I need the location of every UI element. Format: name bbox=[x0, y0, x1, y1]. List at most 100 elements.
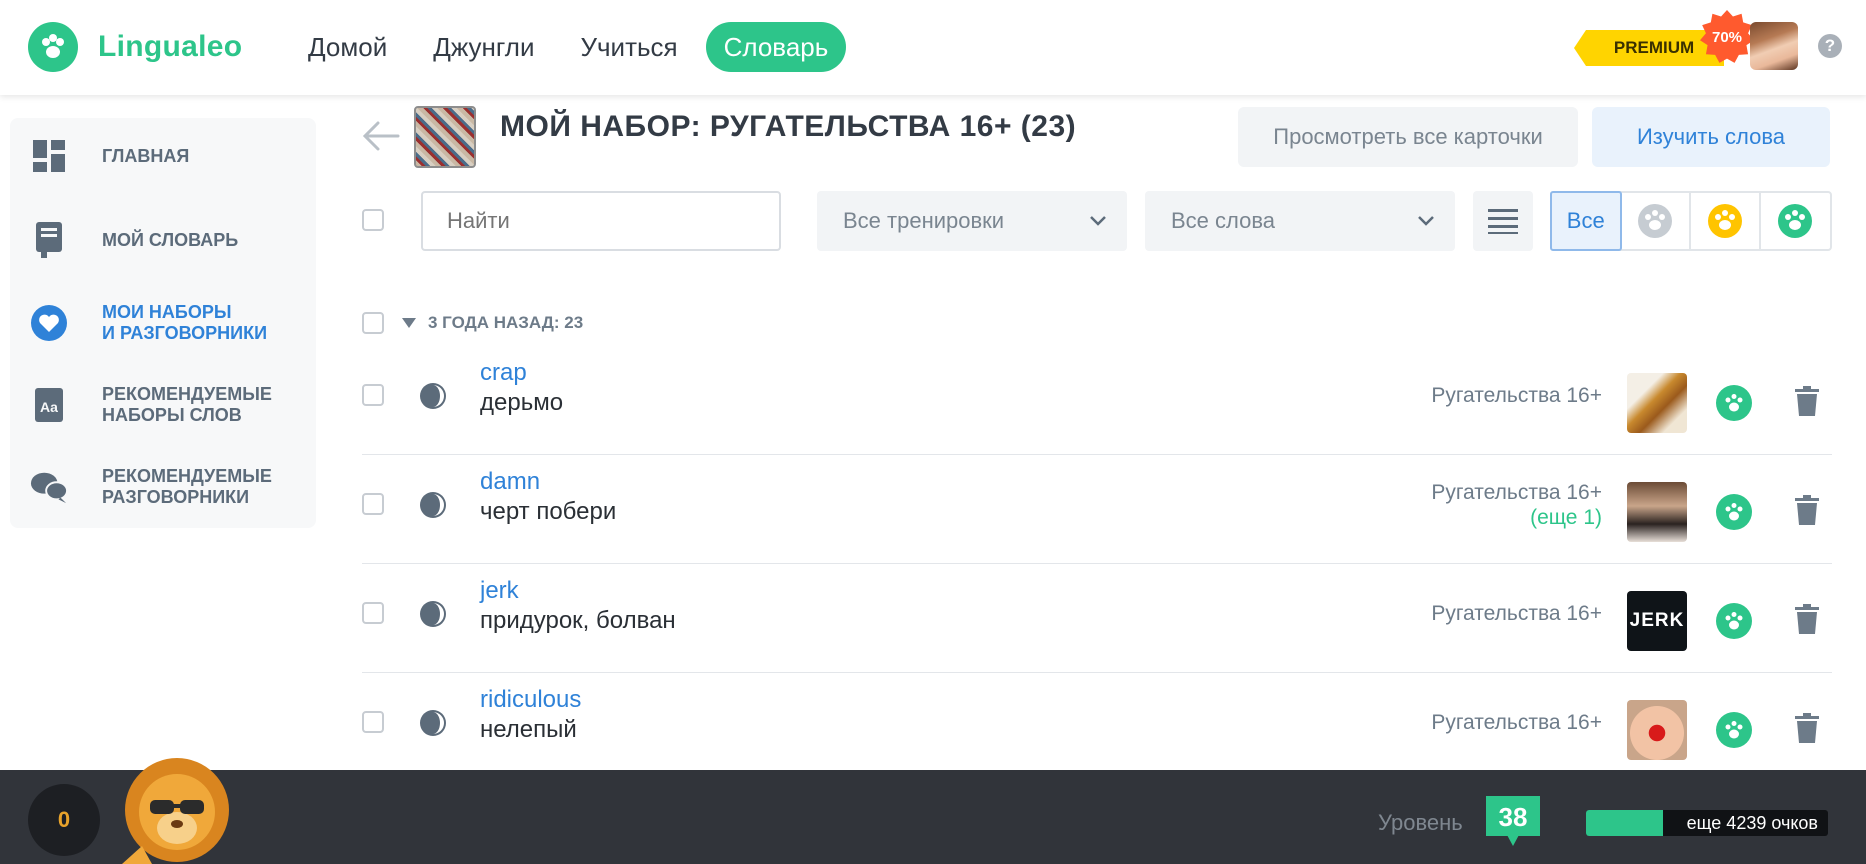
word-set-name: Ругательства 16+ bbox=[1431, 384, 1602, 407]
xp-remaining-text: еще 4239 очков bbox=[1686, 813, 1818, 833]
word-set-name: Ругательства 16+ (еще 1) bbox=[1431, 481, 1602, 529]
nav-jungle[interactable]: Джунгли bbox=[415, 22, 552, 72]
sidebar-item-label: РЕКОМЕНДУЕМЫЕ НАБОРЫ СЛОВ bbox=[102, 384, 272, 425]
back-arrow-icon[interactable] bbox=[360, 118, 400, 154]
nav-dictionary[interactable]: Словарь bbox=[705, 22, 847, 72]
word-translation: придурок, болван bbox=[480, 607, 676, 634]
meatballs-counter[interactable]: 0 bbox=[28, 784, 100, 856]
sidebar-item-home[interactable]: ГЛАВНАЯ bbox=[30, 136, 310, 176]
sidebar: ГЛАВНАЯ МОЙ СЛОВАРЬ МОИ НАБОРЫ И РАЗГОВОР… bbox=[10, 118, 316, 528]
trash-icon[interactable] bbox=[1794, 385, 1820, 417]
chat-bubbles-icon bbox=[30, 467, 68, 507]
level-label: Уровень bbox=[1378, 810, 1463, 835]
word-row: crap дерьмо Ругательства 16+ bbox=[362, 347, 1832, 455]
word-translation: черт побери bbox=[480, 498, 617, 525]
word-row: jerk придурок, болван Ругательства 16+ J… bbox=[362, 565, 1832, 673]
sidebar-item-label: МОИ НАБОРЫ И РАЗГОВОРНИКИ bbox=[102, 302, 268, 343]
view-all-cards-button[interactable]: Просмотреть все карточки bbox=[1238, 107, 1578, 167]
segment-new[interactable] bbox=[1622, 193, 1691, 249]
bottom-status-bar: 0 Уровень 38 еще 4239 очков bbox=[0, 770, 1866, 864]
word-english[interactable]: ridiculous bbox=[480, 686, 581, 714]
word-row: ridiculous нелепый Ругательства 16+ bbox=[362, 674, 1832, 782]
nav-learn[interactable]: Учиться bbox=[562, 22, 695, 72]
set-thumbnail bbox=[414, 106, 476, 168]
paw-icon bbox=[1725, 503, 1743, 521]
sidebar-item-recommended-phrasebooks[interactable]: РЕКОМЕНДУЕМЫЕ РАЗГОВОРНИКИ bbox=[30, 466, 310, 508]
svg-text:Aa: Aa bbox=[40, 399, 58, 415]
word-picture[interactable] bbox=[1627, 482, 1687, 542]
paw-icon bbox=[1725, 394, 1743, 412]
group-label: 3 ГОДА НАЗАД: 23 bbox=[428, 313, 584, 332]
word-paw-button[interactable] bbox=[1716, 603, 1752, 639]
search-input[interactable] bbox=[421, 191, 781, 251]
leo-lion-mascot-icon[interactable] bbox=[112, 750, 242, 864]
logo-text: Lingualeo bbox=[98, 30, 243, 63]
segment-learned[interactable] bbox=[1761, 193, 1830, 249]
word-english[interactable]: jerk bbox=[480, 577, 519, 605]
paw-gray-icon bbox=[1638, 204, 1673, 238]
select-all-checkbox[interactable] bbox=[362, 209, 384, 231]
learn-words-button[interactable]: Изучить слова bbox=[1592, 107, 1830, 167]
word-english[interactable]: damn bbox=[480, 468, 540, 496]
segment-all[interactable]: Все bbox=[1550, 191, 1622, 251]
progress-filter-segment: Все bbox=[1550, 191, 1832, 251]
segment-learning[interactable] bbox=[1691, 193, 1761, 249]
word-paw-button[interactable] bbox=[1716, 712, 1752, 748]
words-filter-select[interactable]: Все слова bbox=[1145, 191, 1455, 251]
dictionary-book-icon bbox=[30, 220, 68, 260]
more-sets-link[interactable]: (еще 1) bbox=[1530, 506, 1602, 529]
sidebar-item-label: РЕКОМЕНДУЕМЫЕ РАЗГОВОРНИКИ bbox=[102, 466, 272, 507]
sidebar-item-my-sets[interactable]: МОИ НАБОРЫ И РАЗГОВОРНИКИ bbox=[30, 302, 310, 344]
premium-badge[interactable]: PREMIUM bbox=[1574, 30, 1724, 66]
word-translation: нелепый bbox=[480, 716, 577, 743]
list-view-button[interactable] bbox=[1473, 191, 1533, 251]
word-translation: дерьмо bbox=[480, 389, 564, 416]
trash-icon[interactable] bbox=[1794, 712, 1820, 744]
group-checkbox[interactable] bbox=[362, 312, 384, 334]
sidebar-item-my-dictionary[interactable]: МОЙ СЛОВАРЬ bbox=[30, 220, 310, 260]
word-paw-button[interactable] bbox=[1716, 494, 1752, 530]
chevron-down-icon bbox=[1090, 216, 1106, 226]
phrasebook-icon: Aa bbox=[30, 385, 68, 425]
word-checkbox[interactable] bbox=[362, 384, 384, 406]
word-english[interactable]: crap bbox=[480, 359, 527, 387]
list-icon bbox=[1488, 209, 1518, 234]
word-row: damn черт побери Ругательства 16+ (еще 1) bbox=[362, 456, 1832, 564]
help-icon[interactable]: ? bbox=[1818, 34, 1842, 58]
logo[interactable]: Lingualeo bbox=[28, 22, 242, 72]
triangle-down-icon[interactable] bbox=[402, 318, 416, 328]
xp-progress-fill bbox=[1586, 810, 1664, 836]
sidebar-item-label: МОЙ СЛОВАРЬ bbox=[102, 229, 239, 250]
word-checkbox[interactable] bbox=[362, 602, 384, 624]
word-picture[interactable] bbox=[1627, 700, 1687, 760]
words-filter-value: Все слова bbox=[1171, 208, 1276, 233]
level-badge: 38 bbox=[1486, 796, 1540, 846]
heart-icon bbox=[30, 303, 68, 343]
word-checkbox[interactable] bbox=[362, 493, 384, 515]
word-picture[interactable]: JERK bbox=[1627, 591, 1687, 651]
word-set-name: Ругательства 16+ bbox=[1431, 711, 1602, 734]
date-group-header[interactable]: 3 ГОДА НАЗАД: 23 bbox=[362, 312, 583, 334]
trash-icon[interactable] bbox=[1794, 603, 1820, 635]
chevron-down-icon bbox=[1418, 216, 1434, 226]
trainings-filter-value: Все тренировки bbox=[843, 208, 1005, 233]
paw-yellow-icon bbox=[1707, 204, 1742, 238]
sidebar-item-recommended-sets[interactable]: Aa РЕКОМЕНДУЕМЫЕ НАБОРЫ СЛОВ bbox=[30, 384, 310, 426]
word-set-name: Ругательства 16+ bbox=[1431, 602, 1602, 625]
word-checkbox[interactable] bbox=[362, 711, 384, 733]
trainings-filter-select[interactable]: Все тренировки bbox=[817, 191, 1127, 251]
paw-green-icon bbox=[1778, 204, 1813, 238]
word-picture[interactable] bbox=[1627, 373, 1687, 433]
dashboard-icon bbox=[30, 136, 68, 176]
top-header: Lingualeo Домой Джунгли Учиться Словарь … bbox=[0, 0, 1866, 95]
xp-progress-bar: еще 4239 очков bbox=[1586, 810, 1828, 836]
half-moon-progress-icon bbox=[420, 710, 446, 736]
word-paw-button[interactable] bbox=[1716, 385, 1752, 421]
trash-icon[interactable] bbox=[1794, 494, 1820, 526]
avatar[interactable] bbox=[1750, 22, 1798, 70]
nav-home[interactable]: Домой bbox=[290, 22, 405, 72]
main-nav: Домой Джунгли Учиться Словарь bbox=[290, 22, 856, 72]
page-title: МОЙ НАБОР: РУГАТЕЛЬСТВА 16+ (23) bbox=[500, 110, 1077, 143]
half-moon-progress-icon bbox=[420, 383, 446, 409]
half-moon-progress-icon bbox=[420, 492, 446, 518]
